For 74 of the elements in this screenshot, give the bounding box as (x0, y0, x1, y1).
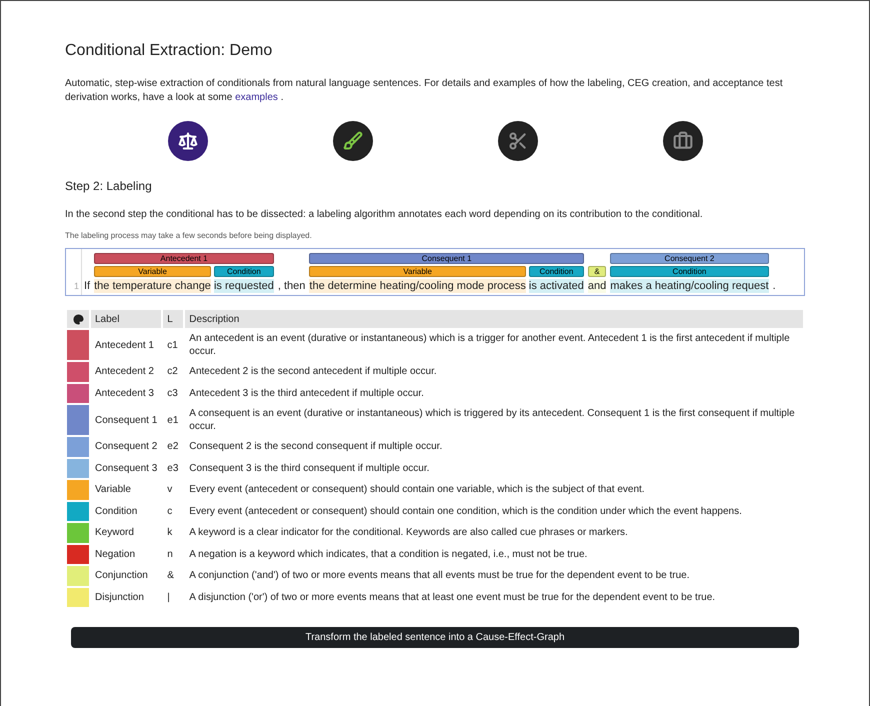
table-cell-text: c (166, 504, 174, 519)
table-cell-text: Negation (94, 548, 136, 562)
sentence-text: . (772, 279, 776, 293)
table-cell-text: A keyword is a clear indicator for the conditional. Keywords are also called cue phrases or markers. (188, 526, 629, 540)
table-cell-text: Antecedent 3 (94, 386, 155, 401)
table-cell-text: Disjunction (94, 590, 145, 605)
step-title: Step 2: Labeling (65, 178, 153, 195)
sentence-text: is requested (214, 279, 274, 293)
part-label: Condition (610, 266, 769, 277)
table-cell-text: A disjunction ('or') of two or more events means that at least one event must be true for the dependent event to be true. (188, 590, 716, 605)
column-header: L (163, 310, 184, 328)
table-cell-text: Antecedent 1 (94, 338, 155, 352)
brush-icon (342, 131, 362, 151)
step-text: In the second step the conditional has to be dissected: a labeling algorithm annotates each word depending on its contribution to the conditional. (65, 208, 704, 222)
table-cell-text: Consequent 2 is the second consequent if multiple occur. (188, 440, 444, 454)
sentence-text: the temperature change (94, 279, 211, 293)
note-text: The labeling process may take a few seconds before being displayed. (65, 230, 313, 242)
table-cell-text: Every event (antecedent or consequent) should contain one variable, which is the subject of that event. (188, 483, 646, 498)
table-cell-text: An antecedent is an event (durative or instantaneous) which is a trigger for another event. Antecedent 1 is the first antecedent if multiple occur. (188, 332, 791, 359)
step-button[interactable] (332, 121, 372, 161)
table-cell-text: A negation is a keyword which indicates, that a condition is negated, i.e., must not be true. (188, 548, 588, 562)
table-cell-text: Consequent 2 (94, 440, 158, 454)
event-label: Consequent 1 (309, 253, 584, 264)
part-label: Variable (94, 266, 211, 277)
step-button[interactable] (662, 121, 702, 161)
intro-text: Automatic, step-wise extraction of conditionals from natural language sentences. For details and examples of how the labeling, CEG creation, and acceptance test derivation works, have a look at some examples . (65, 77, 784, 105)
table-cell-text: Consequent 3 is the third consequent if multiple occur. (188, 462, 430, 476)
column-header: Label (91, 310, 162, 328)
sentence-text: , then (278, 279, 306, 293)
part-label: & (588, 266, 606, 277)
table-cell-text: c1 (166, 338, 179, 352)
examples-link[interactable]: examples (235, 92, 278, 103)
step-button[interactable] (498, 121, 538, 161)
table-cell-text: v (166, 483, 174, 498)
table-cell-text: n (166, 548, 174, 562)
table-cell-text: & (166, 569, 175, 584)
sentence-text: makes a heating/cooling request (610, 279, 769, 293)
table-cell-text: Every event (antecedent or consequent) should contain one condition, which is the condition under which the event happens. (188, 504, 743, 519)
sentence-text: the determine heating/cooling mode process (309, 279, 526, 293)
table-cell-text: e3 (166, 462, 180, 476)
palette-icon (72, 314, 84, 324)
scale-icon (178, 131, 198, 151)
sentence-text: is activated (528, 279, 584, 293)
page-title: Conditional Extraction: Demo (65, 41, 274, 61)
table-cell-text: Antecedent 2 is the second antecedent if multiple occur. (188, 365, 438, 380)
table-cell-text: | (166, 590, 171, 605)
table-cell-text: c2 (166, 365, 179, 380)
briefcase-icon (672, 131, 692, 151)
table-cell-text: c3 (166, 386, 179, 401)
table-cell-text: Consequent 3 (94, 462, 158, 476)
table-cell-text: A conjunction ('and') of two or more events means that all events must be true for the dependent event to be true. (188, 569, 691, 584)
step-button[interactable] (168, 121, 208, 161)
table-cell-text: k (166, 526, 174, 540)
table-cell-text: Consequent 1 (94, 414, 158, 428)
table-cell-text: A consequent is an event (durative or instantaneous) which is triggered by its antecedent. Consequent 1 is the first consequent if multiple occur. (188, 407, 796, 434)
table-cell-text: Variable (94, 483, 132, 498)
table-cell-text: Antecedent 2 (94, 365, 155, 380)
table-cell-text: e1 (166, 414, 180, 428)
sentence-text: and (588, 279, 606, 293)
part-label: Condition (528, 266, 584, 277)
column-header: Description (185, 310, 803, 328)
sentence-text: If (84, 279, 90, 293)
transform-button[interactable]: Transform the labeled sentence into a Cause-Effect-Graph (71, 627, 799, 648)
part-label: Condition (214, 266, 274, 277)
event-label: Antecedent 1 (94, 253, 274, 264)
table-cell-text: Keyword (94, 526, 135, 540)
table-cell-text: Condition (94, 504, 138, 519)
table-cell-text: Antecedent 3 is the third antecedent if multiple occur. (188, 386, 425, 401)
table-cell-text: e2 (166, 440, 180, 454)
line-number: 1 (74, 280, 79, 292)
part-label: Variable (309, 266, 526, 277)
table-cell-text: Conjunction (94, 569, 149, 584)
scissors-icon (508, 131, 528, 151)
event-label: Consequent 2 (610, 253, 769, 264)
